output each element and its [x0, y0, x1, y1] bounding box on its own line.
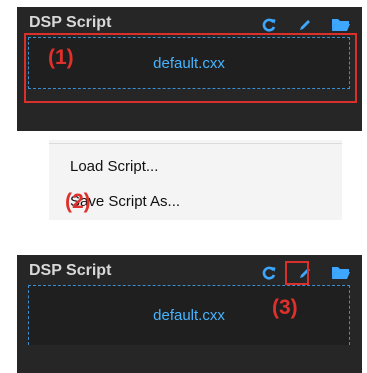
dsp-script-panel-bottom: DSP Script default.cxx (3) — [17, 255, 362, 373]
dsp-script-panel-top: DSP Script default.cxx (1) — [17, 7, 362, 131]
panel-title: DSP Script — [29, 14, 112, 31]
highlight-box-1 — [24, 33, 357, 103]
annotation-2: (2) — [65, 190, 91, 213]
annotation-1: (1) — [48, 46, 74, 69]
annotation-3: (3) — [272, 296, 298, 319]
edit-icon-highlight — [285, 261, 309, 285]
menu-item-load-script[interactable]: Load Script... — [70, 158, 158, 175]
folder-icon[interactable] — [330, 262, 352, 284]
script-name-box[interactable]: default.cxx — [28, 285, 350, 345]
reload-icon[interactable] — [258, 262, 280, 284]
menu-divider — [49, 143, 342, 144]
panel-title: DSP Script — [29, 262, 112, 279]
script-name: default.cxx — [153, 307, 225, 324]
